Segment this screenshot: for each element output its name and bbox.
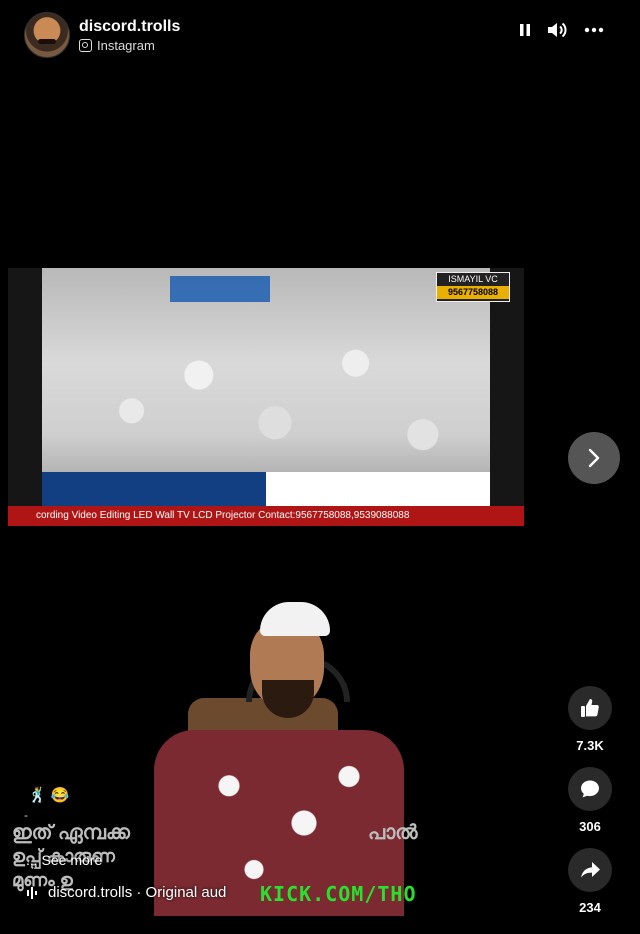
next-reel-button[interactable] xyxy=(568,432,620,484)
comment-action: 306 xyxy=(566,767,614,834)
crowd-scene xyxy=(42,268,490,506)
player-controls xyxy=(518,20,604,40)
action-rail: 7.3K 306 234 xyxy=(566,686,614,929)
white-cap xyxy=(260,602,330,636)
share-icon xyxy=(581,862,600,878)
comment-count: 306 xyxy=(579,819,601,834)
lower-third xyxy=(42,472,490,506)
more-icon[interactable] xyxy=(584,27,604,33)
subtitle-line1-left: ഇത് ഏമ്പക്ക xyxy=(12,822,130,844)
avatar[interactable] xyxy=(24,12,70,58)
video-top-frame[interactable]: ISMAYIL VC 9567758088 cording Video Edit… xyxy=(8,268,524,526)
share-count: 234 xyxy=(579,900,601,915)
source-label: Instagram xyxy=(79,38,180,53)
like-count: 7.3K xyxy=(576,738,604,753)
pause-icon[interactable] xyxy=(518,22,532,38)
instagram-icon xyxy=(79,39,92,52)
ticker: cording Video Editing LED Wall TV LCD Pr… xyxy=(8,506,524,526)
audio-attribution[interactable]: discord.trolls · Original aud xyxy=(26,884,226,901)
channel-badge: ISMAYIL VC 9567758088 xyxy=(436,272,510,302)
share-button[interactable] xyxy=(568,848,612,892)
caption-emojis: 🕺 😂 xyxy=(28,787,70,804)
reel-header: discord.trolls Instagram xyxy=(24,12,180,58)
see-more-link[interactable]: ... See more xyxy=(26,852,102,868)
user-info: discord.trolls Instagram xyxy=(79,17,180,53)
source-text: Instagram xyxy=(97,38,155,53)
audio-wave-icon xyxy=(27,886,37,899)
like-action: 7.3K xyxy=(566,686,614,753)
subtitle-line1-right: പാൽ xyxy=(368,822,418,844)
chevron-right-icon xyxy=(588,448,600,468)
username[interactable]: discord.trolls xyxy=(79,17,180,37)
kick-overlay-text: KICK.COM/THO xyxy=(260,882,417,906)
like-button[interactable] xyxy=(568,686,612,730)
badge-name: ISMAYIL VC xyxy=(448,274,498,284)
volume-icon[interactable] xyxy=(546,20,570,40)
badge-number: 9567758088 xyxy=(437,286,509,299)
stage-banner xyxy=(170,276,270,302)
caption-dash: - xyxy=(24,808,28,822)
lower-third-title xyxy=(42,472,266,506)
audio-label: discord.trolls · Original aud xyxy=(48,884,227,901)
share-action: 234 xyxy=(566,848,614,915)
comment-icon xyxy=(581,780,599,798)
comment-button[interactable] xyxy=(568,767,612,811)
thumbs-up-icon xyxy=(581,699,599,717)
